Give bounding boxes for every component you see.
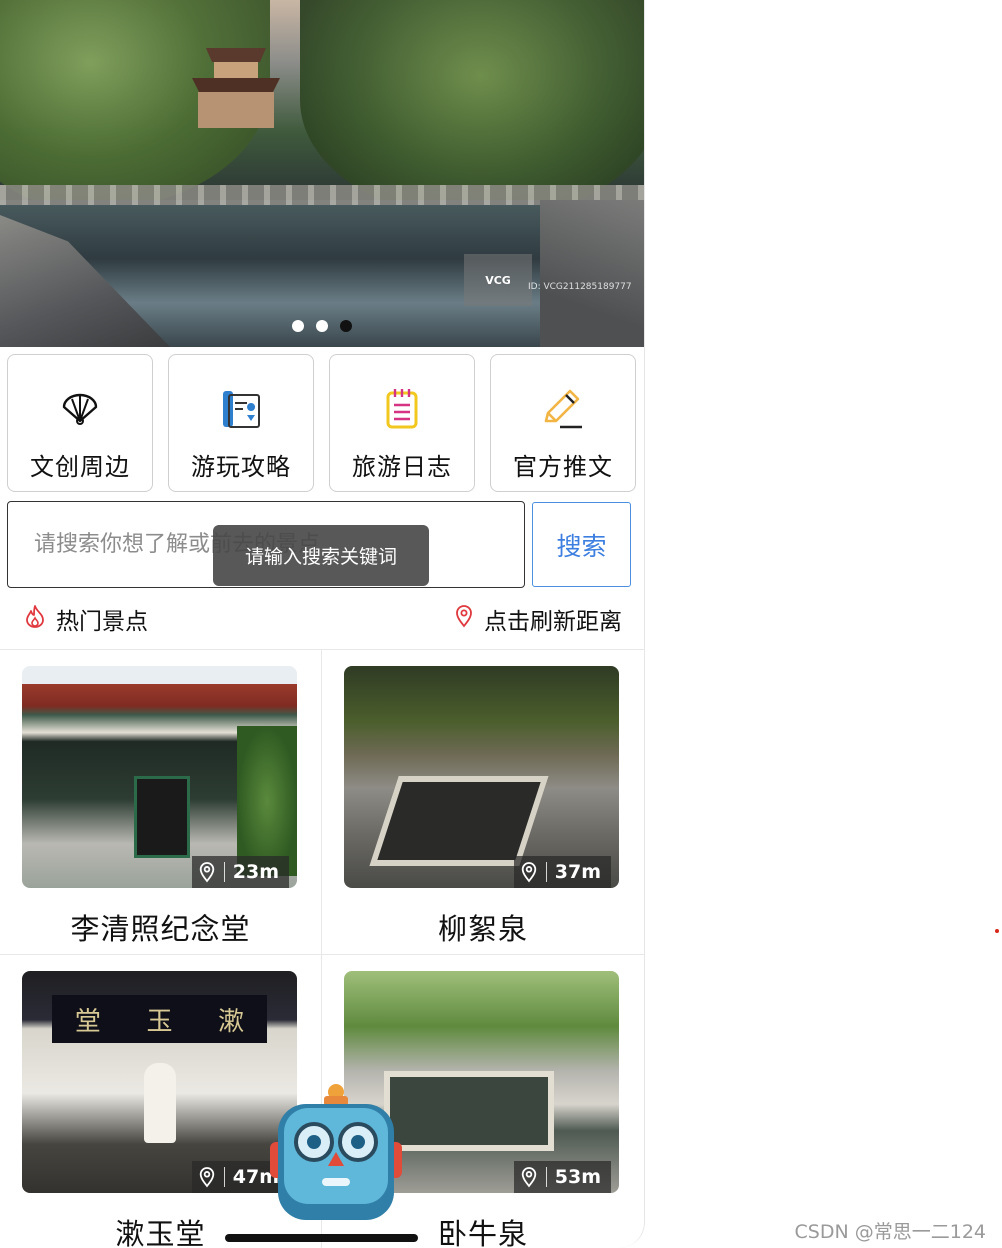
spot-photo: 堂玉漱 47m <box>22 971 297 1193</box>
location-pin-icon <box>199 1167 214 1188</box>
vcg-watermark: VCG <box>464 254 532 306</box>
category-card-official[interactable]: 官方推文 <box>490 354 636 492</box>
mobile-app-frame: VCG ID: VCG211285189777 文创周边 游玩攻略 旅游日志 官… <box>0 0 645 1248</box>
hot-spots-header: 热门景点 点击刷新距离 <box>0 594 644 650</box>
location-pin-icon <box>454 604 474 634</box>
distance-value: 23m <box>232 861 279 883</box>
pencil-edit-icon <box>539 385 587 433</box>
toast-message: 请输入搜索关键词 <box>213 525 429 586</box>
search-button[interactable]: 搜索 <box>532 502 631 587</box>
spot-card[interactable]: 37m 柳絮泉 <box>322 650 644 955</box>
spot-name: 李清照纪念堂 <box>70 912 251 946</box>
robot-assistant-button[interactable] <box>268 1082 404 1228</box>
stone-wall-right <box>540 200 644 347</box>
location-pin-icon <box>199 862 214 883</box>
category-card-guide[interactable]: 游玩攻略 <box>168 354 314 492</box>
refresh-distance-label: 点击刷新距离 <box>484 609 622 635</box>
category-card-wenchuang[interactable]: 文创周边 <box>7 354 153 492</box>
banner-carousel[interactable]: VCG ID: VCG211285189777 <box>0 0 644 347</box>
city-gate-tower <box>188 48 284 128</box>
spot-name: 柳絮泉 <box>437 912 528 946</box>
category-menu: 文创周边 游玩攻略 旅游日志 官方推文 <box>7 354 637 492</box>
location-pin-icon <box>521 1167 536 1188</box>
distance-badge: 37m <box>513 856 611 888</box>
credit-watermark: CSDN @常思一二124 <box>794 1221 986 1243</box>
flame-icon <box>24 604 46 634</box>
category-card-diary[interactable]: 旅游日志 <box>329 354 475 492</box>
distance-badge: 23m <box>191 856 289 888</box>
category-label: 官方推文 <box>513 453 613 481</box>
hot-spots-label: 热门景点 <box>56 609 148 635</box>
fan-icon <box>56 385 104 433</box>
spot-photo: 23m <box>22 666 297 888</box>
watermark-id: ID: VCG211285189777 <box>528 282 632 292</box>
carousel-dot-2[interactable] <box>316 320 328 332</box>
carousel-dot-1[interactable] <box>292 320 304 332</box>
carousel-indicator <box>292 320 352 332</box>
guide-map-icon <box>217 385 265 433</box>
spot-photo: 37m <box>344 666 619 888</box>
category-label: 旅游日志 <box>352 453 452 481</box>
category-label: 文创周边 <box>30 453 130 481</box>
spot-card[interactable]: 23m 李清照纪念堂 <box>0 650 322 955</box>
location-pin-icon <box>521 862 536 883</box>
distance-value: 37m <box>554 861 601 883</box>
refresh-distance-button[interactable]: 点击刷新距离 <box>454 602 622 636</box>
hot-spots-title: 热门景点 <box>24 602 148 636</box>
screen: VCG ID: VCG211285189777 文创周边 游玩攻略 旅游日志 官… <box>0 0 1002 1248</box>
category-label: 游玩攻略 <box>191 453 291 481</box>
distance-badge: 53m <box>513 1161 611 1193</box>
notepad-icon <box>378 385 426 433</box>
home-indicator[interactable] <box>225 1234 418 1242</box>
distance-value: 53m <box>554 1166 601 1188</box>
hall-plaque: 堂玉漱 <box>52 995 267 1043</box>
carousel-dot-3[interactable] <box>340 320 352 332</box>
red-dot-marker <box>995 929 999 933</box>
